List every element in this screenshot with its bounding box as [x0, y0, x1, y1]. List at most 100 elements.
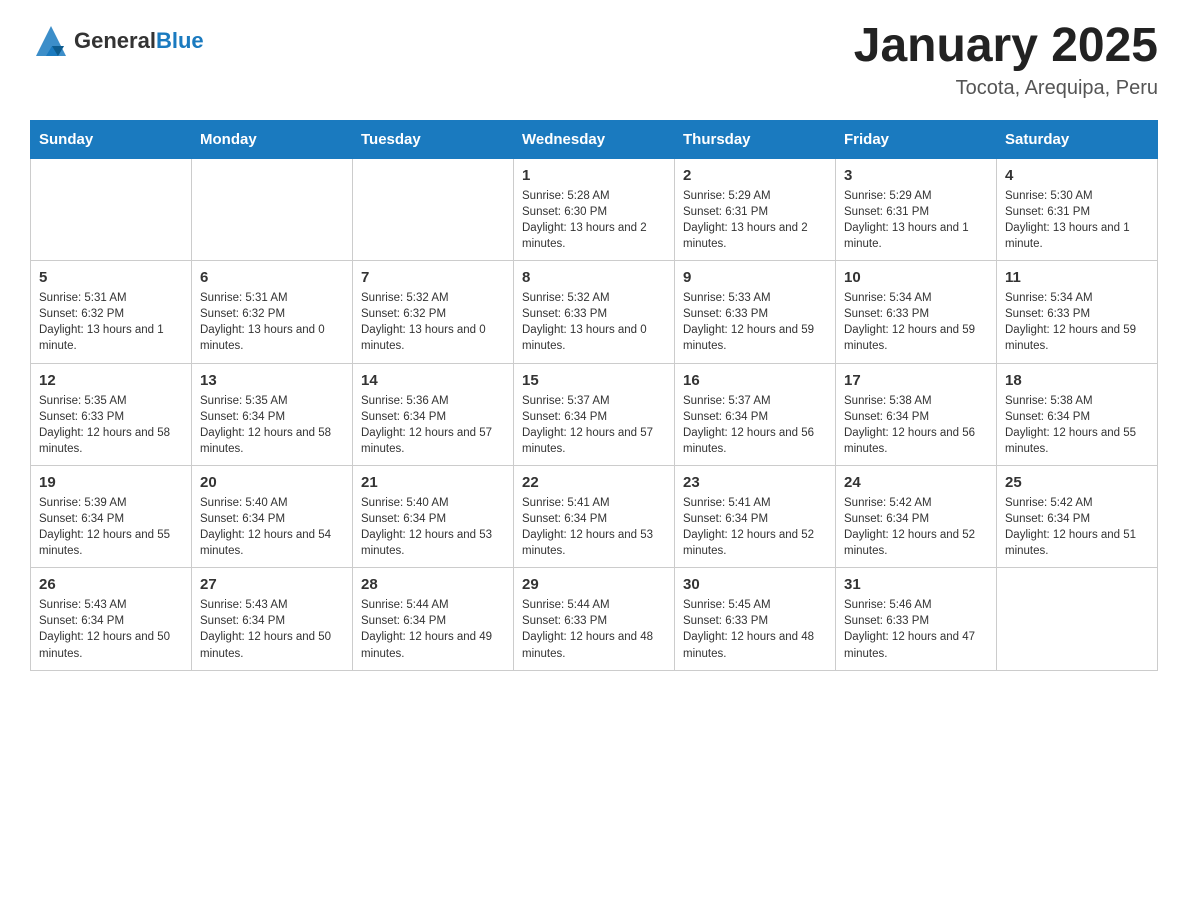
- calendar-cell: 16 Sunrise: 5:37 AM Sunset: 6:34 PM Dayli…: [675, 363, 836, 465]
- title-area: January 2025 Tocota, Arequipa, Peru: [854, 20, 1158, 100]
- calendar-week-row: 1 Sunrise: 5:28 AM Sunset: 6:30 PM Daylig…: [31, 158, 1158, 260]
- day-info: Sunrise: 5:36 AM Sunset: 6:34 PM Dayligh…: [361, 393, 505, 457]
- calendar-cell: 2Sunrise: 5:29 AM Sunset: 6:31 PM Daylig…: [675, 158, 836, 260]
- calendar-cell: 8 Sunrise: 5:32 AM Sunset: 6:33 PM Daylig…: [514, 261, 675, 363]
- logo-text: GeneralBlue: [74, 29, 204, 53]
- day-number: 16: [683, 372, 827, 389]
- calendar-cell: 12 Sunrise: 5:35 AM Sunset: 6:33 PM Dayli…: [31, 363, 192, 465]
- day-info: Sunrise: 5:45 AM Sunset: 6:33 PM Dayligh…: [683, 597, 827, 661]
- calendar-cell: 31 Sunrise: 5:46 AM Sunset: 6:33 PM Dayli…: [836, 568, 997, 670]
- day-info: Sunrise: 5:37 AM Sunset: 6:34 PM Dayligh…: [522, 393, 666, 457]
- day-info: Sunrise: 5:39 AM Sunset: 6:34 PM Dayligh…: [39, 495, 183, 559]
- calendar-week-row: 26 Sunrise: 5:43 AM Sunset: 6:34 PM Dayli…: [31, 568, 1158, 670]
- day-info: Sunrise: 5:42 AM Sunset: 6:34 PM Dayligh…: [844, 495, 988, 559]
- day-info: Sunrise: 5:29 AM Sunset: 6:31 PM Dayligh…: [844, 188, 988, 252]
- calendar-cell: [997, 568, 1158, 670]
- day-info: Sunrise: 5:30 AM Sunset: 6:31 PM Dayligh…: [1005, 188, 1149, 252]
- day-info: Sunrise: 5:41 AM Sunset: 6:34 PM Dayligh…: [522, 495, 666, 559]
- day-info: Sunrise: 5:29 AM Sunset: 6:31 PM Dayligh…: [683, 188, 827, 252]
- day-info: Sunrise: 5:41 AM Sunset: 6:34 PM Dayligh…: [683, 495, 827, 559]
- day-number: 31: [844, 576, 988, 593]
- calendar-body: 1 Sunrise: 5:28 AM Sunset: 6:30 PM Daylig…: [31, 158, 1158, 670]
- calendar-cell: 11Sunrise: 5:34 AM Sunset: 6:33 PM Dayli…: [997, 261, 1158, 363]
- calendar-cell: 24 Sunrise: 5:42 AM Sunset: 6:34 PM Dayli…: [836, 465, 997, 567]
- calendar-cell: 13Sunrise: 5:35 AM Sunset: 6:34 PM Dayli…: [192, 363, 353, 465]
- day-number: 19: [39, 474, 183, 491]
- day-number: 7: [361, 269, 505, 286]
- day-info: Sunrise: 5:31 AM Sunset: 6:32 PM Dayligh…: [200, 290, 344, 354]
- day-info: Sunrise: 5:46 AM Sunset: 6:33 PM Dayligh…: [844, 597, 988, 661]
- day-number: 25: [1005, 474, 1149, 491]
- calendar-cell: [31, 158, 192, 260]
- day-number: 21: [361, 474, 505, 491]
- day-info: Sunrise: 5:35 AM Sunset: 6:33 PM Dayligh…: [39, 393, 183, 457]
- day-number: 8: [522, 269, 666, 286]
- calendar-cell: 26 Sunrise: 5:43 AM Sunset: 6:34 PM Dayli…: [31, 568, 192, 670]
- day-number: 1: [522, 167, 666, 184]
- calendar-cell: 4Sunrise: 5:30 AM Sunset: 6:31 PM Daylig…: [997, 158, 1158, 260]
- day-number: 27: [200, 576, 344, 593]
- calendar-cell: 30 Sunrise: 5:45 AM Sunset: 6:33 PM Dayli…: [675, 568, 836, 670]
- day-number: 20: [200, 474, 344, 491]
- day-number: 29: [522, 576, 666, 593]
- days-of-week-row: SundayMondayTuesdayWednesdayThursdayFrid…: [31, 120, 1158, 158]
- day-info: Sunrise: 5:38 AM Sunset: 6:34 PM Dayligh…: [844, 393, 988, 457]
- calendar-cell: 5Sunrise: 5:31 AM Sunset: 6:32 PM Daylig…: [31, 261, 192, 363]
- month-year-title: January 2025: [854, 20, 1158, 73]
- day-number: 14: [361, 372, 505, 389]
- day-of-week-header: Saturday: [997, 120, 1158, 158]
- day-number: 11: [1005, 269, 1149, 286]
- day-info: Sunrise: 5:44 AM Sunset: 6:34 PM Dayligh…: [361, 597, 505, 661]
- calendar-table: SundayMondayTuesdayWednesdayThursdayFrid…: [30, 120, 1158, 671]
- day-number: 23: [683, 474, 827, 491]
- day-number: 15: [522, 372, 666, 389]
- calendar-cell: 23 Sunrise: 5:41 AM Sunset: 6:34 PM Dayli…: [675, 465, 836, 567]
- calendar-cell: 10 Sunrise: 5:34 AM Sunset: 6:33 PM Dayli…: [836, 261, 997, 363]
- logo-blue: Blue: [156, 28, 204, 53]
- calendar-cell: 27 Sunrise: 5:43 AM Sunset: 6:34 PM Dayli…: [192, 568, 353, 670]
- calendar-cell: 14 Sunrise: 5:36 AM Sunset: 6:34 PM Dayli…: [353, 363, 514, 465]
- day-number: 30: [683, 576, 827, 593]
- calendar-header: SundayMondayTuesdayWednesdayThursdayFrid…: [31, 120, 1158, 158]
- calendar-cell: 22 Sunrise: 5:41 AM Sunset: 6:34 PM Dayli…: [514, 465, 675, 567]
- calendar-cell: 17 Sunrise: 5:38 AM Sunset: 6:34 PM Dayli…: [836, 363, 997, 465]
- calendar-cell: 9Sunrise: 5:33 AM Sunset: 6:33 PM Daylig…: [675, 261, 836, 363]
- day-info: Sunrise: 5:34 AM Sunset: 6:33 PM Dayligh…: [844, 290, 988, 354]
- calendar-cell: 15 Sunrise: 5:37 AM Sunset: 6:34 PM Dayli…: [514, 363, 675, 465]
- day-info: Sunrise: 5:32 AM Sunset: 6:32 PM Dayligh…: [361, 290, 505, 354]
- day-number: 24: [844, 474, 988, 491]
- calendar-cell: 1 Sunrise: 5:28 AM Sunset: 6:30 PM Daylig…: [514, 158, 675, 260]
- day-of-week-header: Monday: [192, 120, 353, 158]
- location-subtitle: Tocota, Arequipa, Peru: [854, 77, 1158, 100]
- day-number: 6: [200, 269, 344, 286]
- day-of-week-header: Friday: [836, 120, 997, 158]
- day-info: Sunrise: 5:43 AM Sunset: 6:34 PM Dayligh…: [200, 597, 344, 661]
- calendar-week-row: 12 Sunrise: 5:35 AM Sunset: 6:33 PM Dayli…: [31, 363, 1158, 465]
- calendar-cell: 18Sunrise: 5:38 AM Sunset: 6:34 PM Dayli…: [997, 363, 1158, 465]
- day-info: Sunrise: 5:37 AM Sunset: 6:34 PM Dayligh…: [683, 393, 827, 457]
- day-number: 3: [844, 167, 988, 184]
- calendar-week-row: 5Sunrise: 5:31 AM Sunset: 6:32 PM Daylig…: [31, 261, 1158, 363]
- day-of-week-header: Thursday: [675, 120, 836, 158]
- day-number: 12: [39, 372, 183, 389]
- calendar-cell: [353, 158, 514, 260]
- calendar-cell: 20 Sunrise: 5:40 AM Sunset: 6:34 PM Dayli…: [192, 465, 353, 567]
- day-of-week-header: Sunday: [31, 120, 192, 158]
- calendar-cell: 28Sunrise: 5:44 AM Sunset: 6:34 PM Dayli…: [353, 568, 514, 670]
- day-of-week-header: Wednesday: [514, 120, 675, 158]
- day-info: Sunrise: 5:28 AM Sunset: 6:30 PM Dayligh…: [522, 188, 666, 252]
- day-number: 26: [39, 576, 183, 593]
- day-info: Sunrise: 5:33 AM Sunset: 6:33 PM Dayligh…: [683, 290, 827, 354]
- logo-icon: [30, 20, 72, 62]
- day-number: 17: [844, 372, 988, 389]
- day-number: 18: [1005, 372, 1149, 389]
- calendar-cell: 3 Sunrise: 5:29 AM Sunset: 6:31 PM Daylig…: [836, 158, 997, 260]
- day-info: Sunrise: 5:43 AM Sunset: 6:34 PM Dayligh…: [39, 597, 183, 661]
- day-of-week-header: Tuesday: [353, 120, 514, 158]
- day-info: Sunrise: 5:32 AM Sunset: 6:33 PM Dayligh…: [522, 290, 666, 354]
- calendar-cell: 21Sunrise: 5:40 AM Sunset: 6:34 PM Dayli…: [353, 465, 514, 567]
- day-number: 10: [844, 269, 988, 286]
- day-info: Sunrise: 5:40 AM Sunset: 6:34 PM Dayligh…: [200, 495, 344, 559]
- day-number: 22: [522, 474, 666, 491]
- day-info: Sunrise: 5:35 AM Sunset: 6:34 PM Dayligh…: [200, 393, 344, 457]
